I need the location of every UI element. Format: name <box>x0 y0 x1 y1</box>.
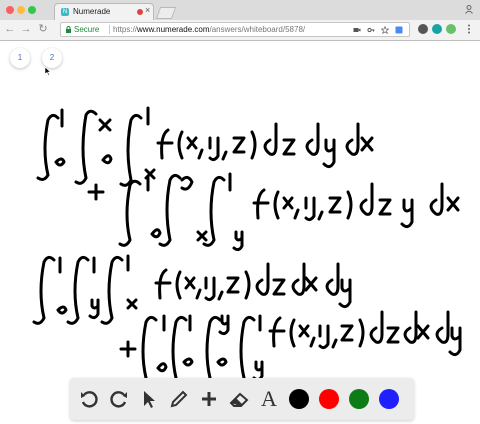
close-window-icon[interactable] <box>6 6 14 14</box>
numerade-favicon-icon: N <box>61 8 69 16</box>
back-icon[interactable]: ← <box>4 23 16 35</box>
handwritten-integral-1 <box>36 106 374 187</box>
color-swatch-red[interactable] <box>319 389 339 409</box>
whiteboard-canvas[interactable] <box>0 40 480 424</box>
lock-icon <box>66 26 71 33</box>
color-swatch-green[interactable] <box>349 389 369 409</box>
key-icon[interactable] <box>367 26 375 34</box>
navigation-bar: ← → ↻ Secure https://www.numerade.com/an… <box>0 20 480 40</box>
user-profile-icon[interactable] <box>464 4 474 14</box>
minimize-window-icon[interactable] <box>17 6 25 14</box>
forward-icon[interactable]: → <box>20 23 32 35</box>
plus-icon[interactable] <box>196 386 222 412</box>
maximize-window-icon[interactable] <box>28 6 36 14</box>
color-swatch-blue[interactable] <box>379 389 399 409</box>
secure-label: Secure <box>74 25 100 34</box>
redo-icon[interactable] <box>106 386 132 412</box>
text-icon[interactable]: A <box>256 386 282 412</box>
browser-tab[interactable]: N Numerade × <box>54 3 154 20</box>
undo-icon[interactable] <box>76 386 102 412</box>
tab-strip: N Numerade × <box>0 0 480 20</box>
handwritten-integral-4 <box>119 310 462 385</box>
new-tab-button[interactable] <box>155 7 177 19</box>
bookmark-star-icon[interactable] <box>381 26 389 34</box>
tab-title: Numerade <box>73 7 111 16</box>
address-divider <box>109 25 110 34</box>
recording-indicator-icon <box>137 9 143 15</box>
pencil-icon[interactable] <box>166 386 192 412</box>
handwritten-integral-3 <box>32 254 352 325</box>
browser-chrome: N Numerade × ← → ↻ Secure https://www.nu… <box>0 0 480 41</box>
eraser-icon[interactable] <box>226 386 252 412</box>
tab-close-icon[interactable]: × <box>145 5 150 15</box>
extension-icon[interactable] <box>418 24 428 34</box>
address-bar[interactable]: Secure https://www.numerade.com/answers/… <box>60 22 410 37</box>
reload-icon[interactable]: ↻ <box>37 23 49 35</box>
camera-icon[interactable] <box>353 26 361 34</box>
extension-icon[interactable] <box>446 24 456 34</box>
extension-icon[interactable] <box>432 24 442 34</box>
drawing-toolbar: A <box>70 378 414 420</box>
translate-icon[interactable] <box>395 26 403 34</box>
pointer-icon[interactable] <box>136 386 162 412</box>
color-swatch-black[interactable] <box>289 389 309 409</box>
handwritten-integral-2 <box>87 172 460 252</box>
menu-icon[interactable] <box>464 24 474 34</box>
url-text: https://www.numerade.com/answers/whitebo… <box>113 25 306 34</box>
